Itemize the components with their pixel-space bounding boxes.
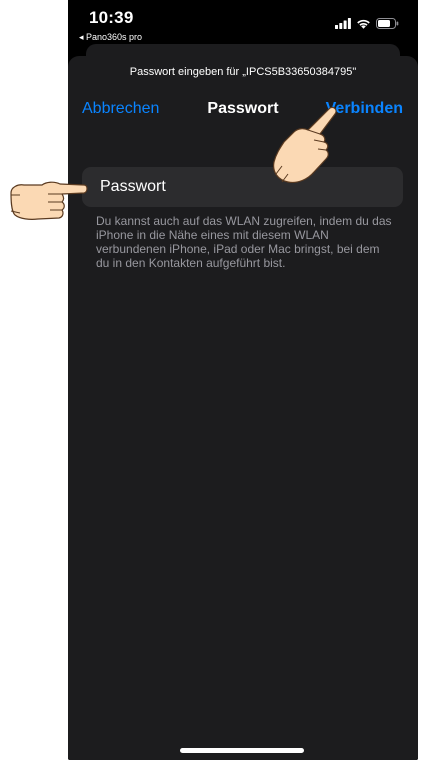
password-sheet — [68, 56, 418, 760]
pointing-hand-icon — [10, 181, 88, 220]
phone-screen: 10:39 ◂ Pano360s pro Passwort eingeben f… — [68, 0, 418, 760]
network-prompt: Passwort eingeben für „IPCS5B33650384795… — [129, 66, 357, 78]
status-time: 10:39 — [89, 8, 134, 27]
password-field-container — [82, 167, 403, 207]
signal-icon — [335, 17, 351, 29]
wifi-icon — [357, 19, 370, 29]
back-to-app-link[interactable]: ◂ Pano360s pro — [79, 32, 142, 43]
password-input[interactable] — [82, 167, 403, 207]
battery-icon — [376, 17, 399, 29]
status-bar: 10:39 ◂ Pano360s pro — [68, 0, 418, 46]
home-indicator[interactable] — [180, 748, 304, 753]
status-icons — [335, 16, 399, 30]
sheet-navigation-bar: Abbrechen Passwort Verbinden — [68, 100, 418, 122]
wifi-sharing-hint: Du kannst auch auf das WLAN zugreifen, i… — [96, 214, 392, 270]
pointing-hand-icon — [273, 106, 337, 184]
